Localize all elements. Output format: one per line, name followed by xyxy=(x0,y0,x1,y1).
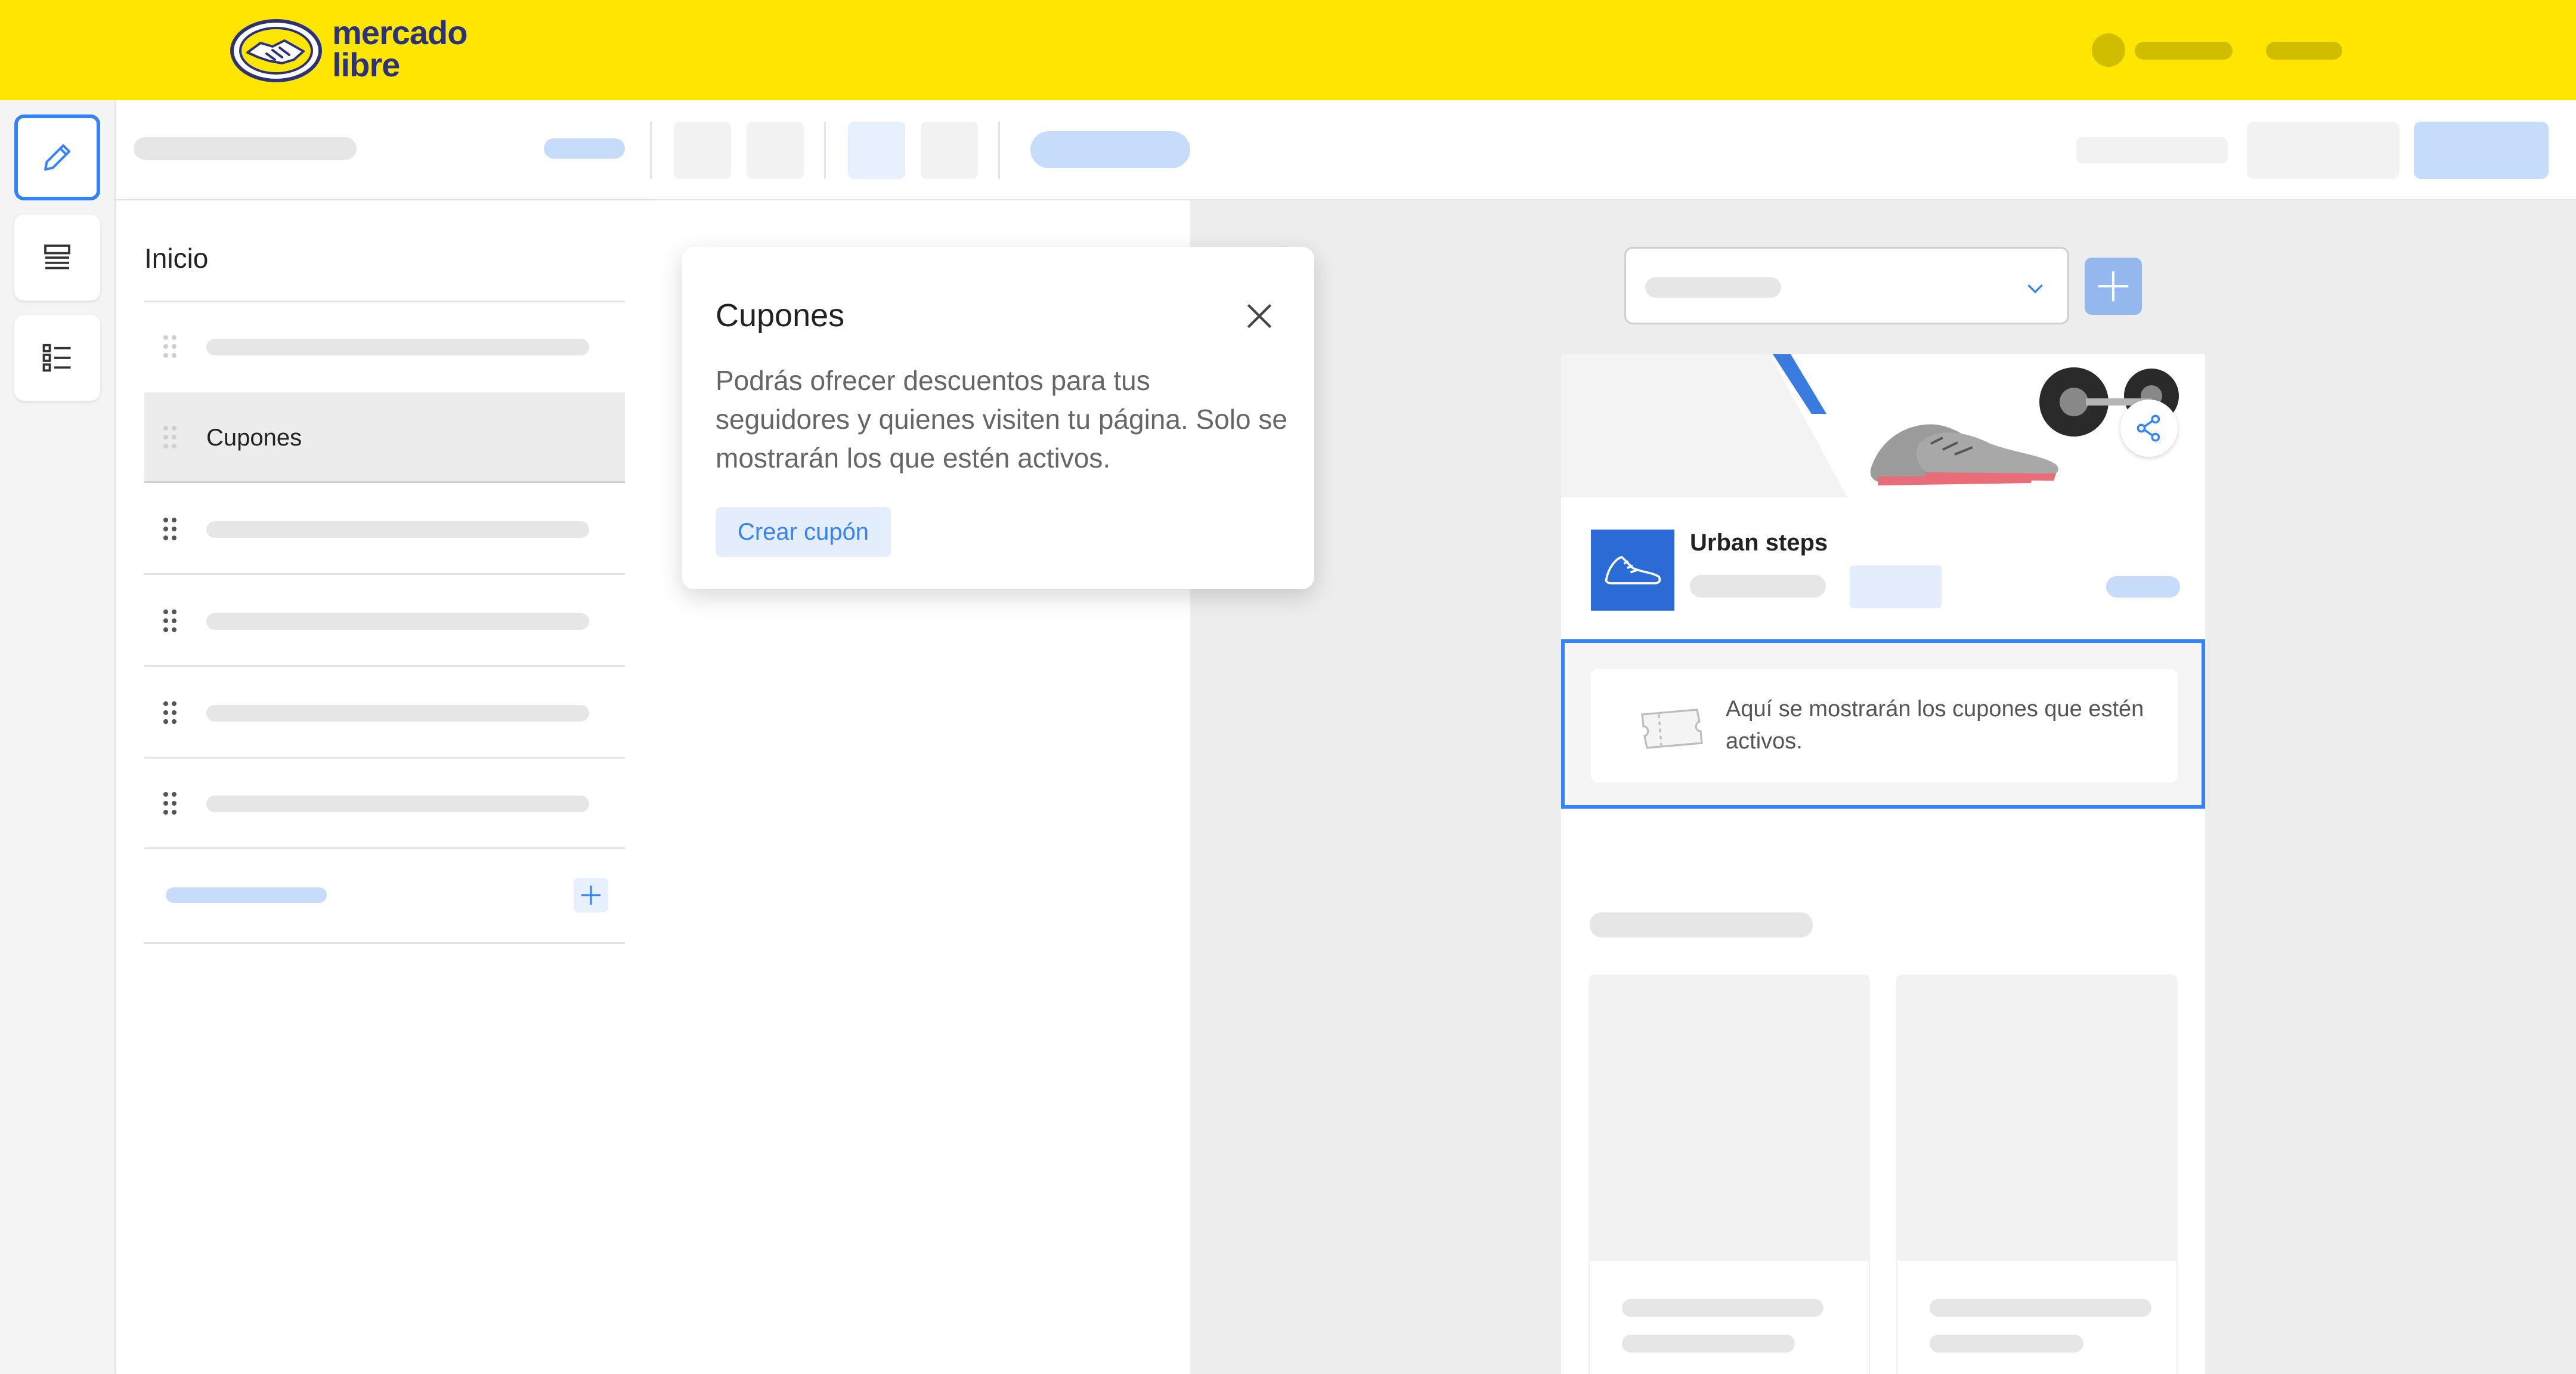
section-name-placeholder xyxy=(206,705,589,722)
user-avatar[interactable] xyxy=(2092,33,2125,67)
toolbar-divider xyxy=(650,122,652,179)
panel-title: Inicio xyxy=(144,243,209,274)
store-info-placeholder xyxy=(1690,575,1826,598)
top-bar: mercado libre xyxy=(0,0,2576,100)
drag-handle-icon[interactable] xyxy=(163,609,178,633)
add-page-button[interactable] xyxy=(2085,258,2142,315)
product-price-placeholder xyxy=(1622,1335,1795,1353)
coupons-empty-text: Aquí se mostrarán los cupones que estén … xyxy=(1726,697,2144,754)
toolbar-status-placeholder xyxy=(2076,137,2228,163)
store-logo xyxy=(1591,530,1674,611)
store-link-placeholder[interactable] xyxy=(2106,576,2180,598)
list-icon xyxy=(42,344,71,372)
product-card[interactable] xyxy=(1896,974,2178,1374)
close-icon[interactable] xyxy=(1243,299,1276,333)
sections-panel: Inicio Cupones xyxy=(116,200,654,1374)
coupon-ticket-icon xyxy=(1641,708,1703,749)
editor-toolbar xyxy=(116,100,2576,200)
list-button[interactable] xyxy=(14,315,100,401)
section-name-placeholder xyxy=(206,613,589,630)
drag-handle-icon[interactable] xyxy=(163,426,178,450)
section-row[interactable] xyxy=(144,484,625,575)
divider xyxy=(144,942,625,944)
share-icon xyxy=(2137,414,2160,442)
add-section-button[interactable] xyxy=(574,878,608,912)
popover-description: Podrás ofrecer descuentos para tus segui… xyxy=(716,365,1287,474)
sneaker-icon xyxy=(1605,556,1661,584)
toolbar-title-placeholder xyxy=(134,137,357,160)
toolbar-divider xyxy=(998,122,1000,179)
toolbar-pill-button[interactable] xyxy=(1030,131,1190,168)
product-name-placeholder xyxy=(1622,1299,1823,1317)
section-name-placeholder xyxy=(206,521,589,538)
coupons-empty-card: Aquí se mostrarán los cupones que estén … xyxy=(1591,669,2178,782)
pencil-icon xyxy=(44,144,70,171)
sections-button[interactable] xyxy=(14,215,100,301)
store-preview: Urban steps Aquí se mostrarán los cupone… xyxy=(1561,354,2205,1374)
logo-wordmark: mercado libre xyxy=(332,14,467,83)
section-name-placeholder xyxy=(206,796,589,812)
page-selector-dropdown[interactable] xyxy=(1624,247,2069,324)
toolbar-tool-button[interactable] xyxy=(747,122,804,179)
store-follow-placeholder[interactable] xyxy=(1850,565,1942,608)
create-coupon-button[interactable]: Crear cupón xyxy=(716,507,891,557)
plus-icon xyxy=(2098,271,2129,302)
drag-handle-icon[interactable] xyxy=(163,792,178,816)
add-section-link-placeholder[interactable] xyxy=(166,887,327,903)
toolbar-tool-button[interactable] xyxy=(848,122,905,179)
coupons-section-selected[interactable]: Aquí se mostrarán los cupones que estén … xyxy=(1561,639,2205,809)
plus-icon xyxy=(581,886,600,905)
product-card-info xyxy=(1896,1261,2178,1374)
drag-handle-icon[interactable] xyxy=(163,518,178,541)
share-button[interactable] xyxy=(2120,400,2178,457)
section-row-cupones[interactable]: Cupones xyxy=(144,392,625,483)
left-rail xyxy=(0,100,116,1374)
menu-placeholder[interactable] xyxy=(2266,42,2342,60)
products-title-placeholder xyxy=(1590,912,1813,937)
sections-icon xyxy=(44,245,70,270)
popover-title: Cupones xyxy=(716,298,845,333)
store-name: Urban steps xyxy=(1690,530,1828,556)
drag-handle-icon[interactable] xyxy=(163,701,178,725)
section-row[interactable] xyxy=(144,668,625,759)
section-row[interactable] xyxy=(144,759,625,849)
toolbar-tool-button[interactable] xyxy=(674,122,731,179)
user-name-placeholder[interactable] xyxy=(2135,42,2233,60)
product-name-placeholder xyxy=(1930,1299,2151,1317)
edit-mode-button[interactable] xyxy=(14,114,100,200)
coupons-info-popover: Cupones Podrás ofrecer descuentos para t… xyxy=(682,247,1314,589)
toolbar-secondary-button[interactable] xyxy=(2247,122,2399,179)
toolbar-tool-button[interactable] xyxy=(921,122,978,179)
toolbar-primary-button[interactable] xyxy=(2414,122,2549,179)
product-card-info xyxy=(1589,1261,1870,1374)
section-row[interactable] xyxy=(144,576,625,667)
section-label: Cupones xyxy=(206,425,302,451)
product-card[interactable] xyxy=(1589,974,1870,1374)
chevron-down-icon xyxy=(2027,284,2043,294)
toolbar-link-placeholder[interactable] xyxy=(544,138,625,159)
toolbar-divider xyxy=(824,122,826,179)
drag-handle-icon[interactable] xyxy=(163,335,178,359)
product-price-placeholder xyxy=(1930,1335,2083,1353)
banner-image xyxy=(1561,354,2205,497)
section-row[interactable] xyxy=(144,302,625,392)
selected-page-placeholder xyxy=(1645,277,1781,298)
section-name-placeholder xyxy=(206,339,589,355)
store-banner xyxy=(1561,354,2205,497)
